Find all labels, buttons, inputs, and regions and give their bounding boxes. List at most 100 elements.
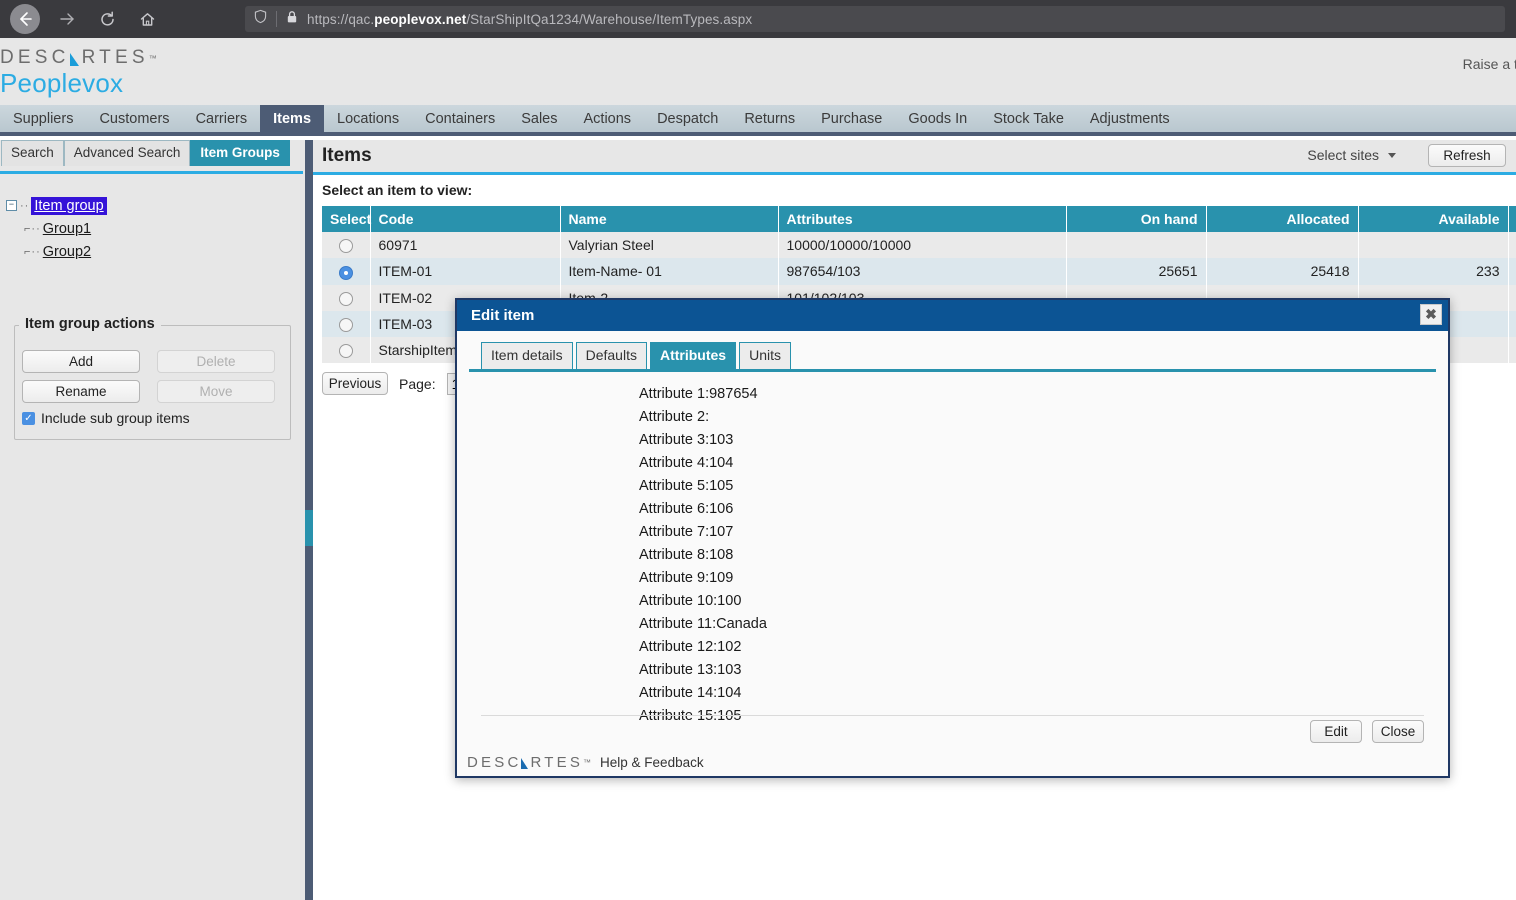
close-button[interactable]: Close	[1372, 720, 1424, 743]
descartes-footer-logo: DESC RTES ™	[467, 754, 591, 771]
modal-title-bar: Edit item ✖	[457, 300, 1448, 331]
url-text: https://qac.peoplevox.net/StarShipItQa12…	[307, 12, 752, 27]
item-group-actions-panel: Item group actions Add Delete Rename Mov…	[14, 316, 291, 440]
column-header-allocated[interactable]: Allocated	[1206, 206, 1359, 232]
rename-button[interactable]: Rename	[22, 380, 140, 403]
nav-item-goods-in[interactable]: Goods In	[895, 105, 980, 132]
left-tab-advanced-search[interactable]: Advanced Search	[63, 139, 191, 166]
modal-tab-attributes[interactable]: Attributes	[649, 342, 737, 369]
modal-tabs: Item details Defaults Attributes Units	[469, 341, 1436, 369]
modal-tab-units[interactable]: Units	[739, 342, 791, 369]
attribute-row-12: Attribute 12:102	[639, 639, 742, 655]
add-button[interactable]: Add	[22, 350, 140, 373]
row-select-cell[interactable]	[322, 284, 371, 311]
modal-tab-item-details[interactable]: Item details	[481, 342, 573, 369]
modal-footer: Edit Close	[481, 715, 1424, 747]
nav-item-locations[interactable]: Locations	[324, 105, 412, 132]
refresh-button[interactable]: Refresh	[1428, 144, 1506, 167]
attribute-row-1: Attribute 1:987654	[639, 386, 758, 402]
modal-brand: DESC RTES ™ Help & Feedback	[467, 754, 704, 771]
row-radio-button[interactable]	[338, 344, 353, 359]
nav-item-containers[interactable]: Containers	[412, 105, 508, 132]
raise-ticket-link[interactable]: Raise a tic	[1463, 56, 1516, 72]
column-header-select[interactable]: Select	[322, 206, 371, 232]
help-feedback-link[interactable]: Help & Feedback	[600, 755, 704, 770]
nav-item-carriers[interactable]: Carriers	[183, 105, 261, 132]
nav-item-adjustments[interactable]: Adjustments	[1077, 105, 1183, 132]
attribute-row-3: Attribute 3:103	[639, 432, 734, 448]
tree-child-row-2: ⌐·· Group2	[6, 240, 303, 263]
brand-trademark: ™	[583, 758, 592, 767]
back-arrow-icon[interactable]	[10, 4, 40, 34]
nav-item-despatch[interactable]: Despatch	[644, 105, 731, 132]
select-sites-label: Select sites	[1307, 147, 1379, 163]
edit-button[interactable]: Edit	[1310, 720, 1362, 743]
row-select-cell[interactable]	[322, 258, 371, 285]
items-table-header-row: Select Code Name Attributes On hand Allocated…	[322, 206, 1516, 232]
row-radio-button[interactable]	[338, 239, 353, 254]
tree-item-group1[interactable]: Group1	[43, 221, 91, 237]
url-domain: peoplevox.net	[374, 11, 467, 27]
edit-item-modal: Edit item ✖ Item details Defaults Attribut…	[455, 298, 1450, 778]
row-select-cell[interactable]	[322, 232, 371, 259]
column-header-name[interactable]: Name	[560, 206, 779, 232]
tree-item-group2[interactable]: Group2	[43, 244, 91, 260]
row-select-cell[interactable]	[322, 337, 371, 364]
attribute-row-6: Attribute 6:106	[639, 501, 734, 517]
tree-collapse-toggle-icon[interactable]: −	[6, 200, 17, 211]
nav-item-suppliers[interactable]: Suppliers	[0, 105, 86, 132]
page-title: Items	[322, 145, 372, 166]
nav-item-stock-take[interactable]: Stock Take	[980, 105, 1077, 132]
move-button: Move	[157, 380, 275, 403]
column-header-available[interactable]: Available	[1358, 206, 1509, 232]
nav-item-sales[interactable]: Sales	[508, 105, 570, 132]
shield-icon[interactable]	[253, 9, 268, 29]
nav-item-purchase[interactable]: Purchase	[808, 105, 895, 132]
modal-tab-defaults[interactable]: Defaults	[575, 342, 647, 369]
include-sub-group-items-row[interactable]: ✓ Include sub group items	[22, 410, 284, 426]
left-tab-search[interactable]: Search	[1, 139, 64, 166]
forward-arrow-icon[interactable]	[54, 6, 80, 32]
row-o-cell	[1508, 337, 1516, 364]
nav-item-actions[interactable]: Actions	[571, 105, 645, 132]
panel-scrollbar-thumb[interactable]	[305, 510, 313, 546]
column-header-on-hand[interactable]: On hand	[1066, 206, 1207, 232]
column-header-attributes[interactable]: Attributes	[778, 206, 1067, 232]
include-sub-group-items-label: Include sub group items	[41, 410, 190, 426]
tree-connector-child-2: ⌐··	[24, 245, 41, 258]
row-radio-button[interactable]	[338, 291, 353, 306]
nav-item-customers[interactable]: Customers	[86, 105, 182, 132]
row-select-cell[interactable]	[322, 310, 371, 338]
attribute-row-9: Attribute 9:109	[639, 570, 734, 586]
row-name-cell: Item-Name- 01	[560, 258, 779, 285]
attribute-row-10: Attribute 10:100	[639, 593, 742, 609]
tree-root-row: − ·· Item group	[6, 194, 303, 217]
row-code-cell: ITEM-01	[370, 258, 561, 285]
select-sites-dropdown[interactable]: Select sites	[1307, 147, 1396, 163]
row-radio-button[interactable]	[338, 318, 353, 333]
close-icon[interactable]: ✖	[1420, 304, 1442, 325]
addressbar-divider	[276, 11, 277, 27]
include-sub-group-items-checkbox[interactable]: ✓	[22, 411, 35, 425]
nav-item-returns[interactable]: Returns	[731, 105, 808, 132]
reload-icon[interactable]	[94, 6, 120, 32]
main-navigation: Suppliers Customers Carriers Items Locations…	[0, 105, 1516, 136]
item-group-actions-grid: Add Delete Rename Move ✓ Include sub gro…	[22, 350, 284, 426]
descartes-triangle-icon	[69, 52, 79, 66]
row-o-cell	[1508, 258, 1516, 285]
left-tab-item-groups[interactable]: Item Groups	[190, 139, 290, 166]
nav-item-items[interactable]: Items	[260, 105, 325, 132]
chevron-down-icon	[1388, 152, 1396, 158]
address-bar[interactable]: https://qac.peoplevox.net/StarShipItQa12…	[245, 6, 1505, 32]
tree-item-item-group[interactable]: Item group	[31, 196, 107, 215]
column-header-o[interactable]: O	[1508, 206, 1516, 232]
previous-page-button[interactable]: Previous	[322, 372, 388, 395]
table-row[interactable]: ITEM-01 Item-Name- 01 987654/103 25651 25418…	[322, 258, 1516, 285]
select-item-label: Select an item to view:	[322, 182, 473, 198]
attribute-row-11: Attribute 11:Canada	[639, 616, 767, 632]
table-row[interactable]: 60971 Valyrian Steel 10000/10000/10000	[322, 232, 1516, 259]
home-icon[interactable]	[134, 6, 160, 32]
row-radio-button[interactable]	[338, 265, 353, 280]
modal-body: Item details Defaults Attributes Units Attr…	[457, 331, 1448, 747]
column-header-code[interactable]: Code	[370, 206, 561, 232]
